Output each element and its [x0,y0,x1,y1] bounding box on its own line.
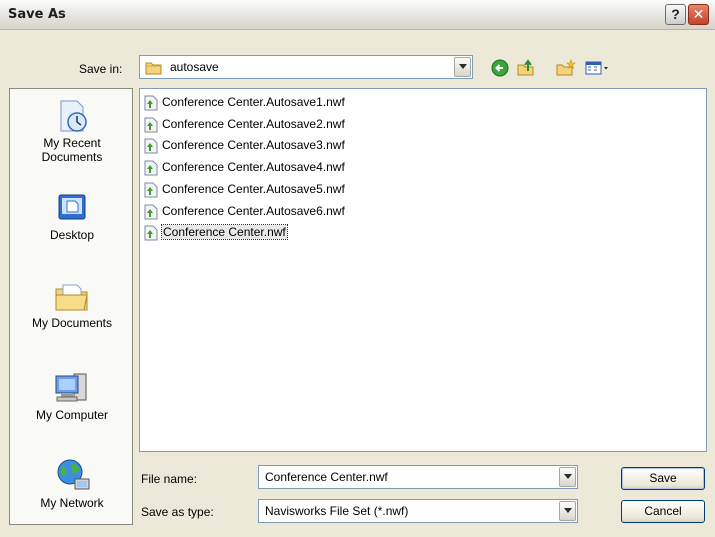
new-folder-icon[interactable] [555,59,577,77]
places-bar: My Recent Documents Desktop My Documents… [9,88,133,525]
file-name-text: Conference Center.Autosave6.nwf [162,203,345,218]
nwf-file-icon [144,138,158,154]
desktop-icon [58,194,86,220]
place-label: My Network [40,496,104,510]
file-name-text: Conference Center.Autosave3.nwf [162,138,345,153]
my-computer-icon [55,373,87,402]
nwf-file-icon [144,95,158,111]
place-label: My Computer [35,408,109,422]
save-button[interactable]: Save [621,467,705,490]
file-name-text: Conference Center.Autosave4.nwf [162,160,345,175]
my-documents-icon [55,284,88,311]
current-folder-name: autosave [170,60,219,74]
nwf-file-icon [144,117,158,133]
my-network-icon [57,459,90,490]
file-list[interactable]: Conference Center.Autosave1.nwf Conferenc… [139,88,707,452]
file-name-text: Conference Center.Autosave1.nwf [162,95,345,109]
file-name-label: File name: [141,472,198,486]
file-name-value: Conference Center.nwf [265,470,388,484]
place-my-documents[interactable]: My Documents [10,279,134,330]
save-as-type-value: Navisworks File Set (*.nwf) [265,504,409,518]
cancel-button[interactable]: Cancel [621,500,705,523]
place-label: My Documents [31,316,113,330]
file-name-text: Conference Center.Autosave2.nwf [162,116,345,131]
nwf-file-icon [144,225,158,241]
file-name-field[interactable]: Conference Center.nwf [258,465,578,489]
file-name-text: Conference Center.Autosave5.nwf [162,181,345,196]
back-arrow-icon[interactable] [491,59,509,77]
close-button[interactable]: ✕ [688,4,709,25]
save-in-combo[interactable]: autosave [139,55,473,79]
place-label: My Recent Documents [41,136,103,164]
file-name-dropdown-button[interactable] [559,467,576,487]
place-desktop[interactable]: Desktop [10,191,134,242]
dialog-title: Save As [8,7,66,22]
save-as-type-label: Save as type: [141,505,214,519]
nwf-file-icon [144,204,158,219]
place-label: Desktop [49,228,95,242]
file-name-text: Conference Center.nwf [161,224,288,241]
up-folder-icon[interactable] [516,59,536,77]
views-menu-icon[interactable] [585,59,611,77]
save-as-type-select[interactable]: Navisworks File Set (*.nwf) [258,499,578,523]
place-my-recent-documents[interactable]: My Recent Documents [10,99,134,164]
save-in-label: Save in: [79,62,123,76]
recent-documents-icon [60,100,87,132]
title-bar: Save As ? ✕ [0,0,715,30]
folder-icon [145,62,162,75]
nwf-file-icon [144,160,158,176]
save-in-dropdown-button[interactable] [454,57,471,77]
help-button[interactable]: ? [665,4,686,25]
place-my-computer[interactable]: My Computer [10,371,134,422]
place-my-network[interactable]: My Network [10,457,134,510]
nwf-file-icon [144,182,158,198]
save-as-type-dropdown-button[interactable] [559,501,576,521]
